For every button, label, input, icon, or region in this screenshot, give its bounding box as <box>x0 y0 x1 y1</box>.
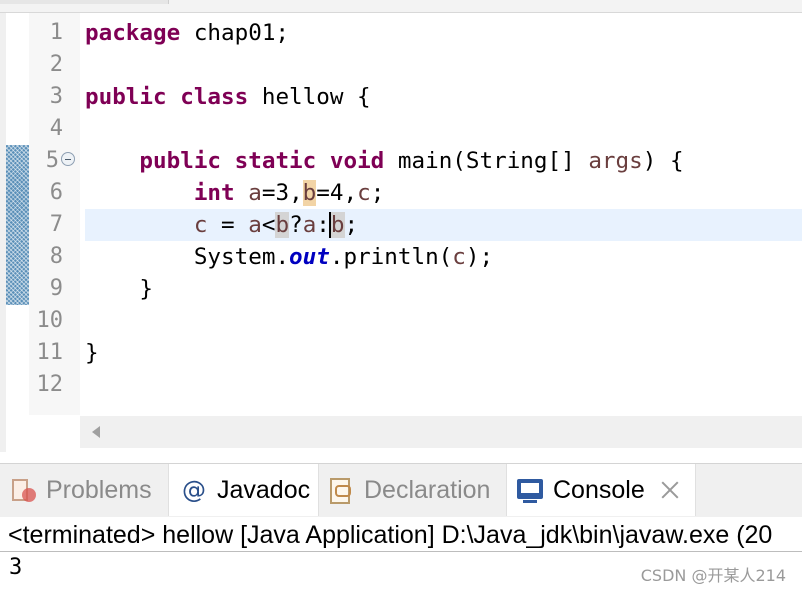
line-number: 3 <box>49 84 63 109</box>
line-number: 7 <box>49 212 63 237</box>
problems-icon <box>8 476 38 506</box>
variable-b-occurrence: b <box>275 212 290 238</box>
javadoc-icon: @ <box>182 476 206 504</box>
variable-c: c <box>452 244 466 270</box>
code-line-9[interactable]: } <box>85 273 153 305</box>
keyword: public static void <box>139 148 385 174</box>
code-text: = <box>207 212 249 238</box>
code-text: .println( <box>329 244 453 270</box>
console-output[interactable]: 3 <box>9 553 22 583</box>
tab-console[interactable]: Console <box>506 464 696 516</box>
variable-a: a <box>248 212 262 238</box>
code-line-6[interactable]: int a=3,b=4,c; <box>85 177 384 209</box>
divider <box>0 551 802 552</box>
line-number: 2 <box>49 52 63 77</box>
line-number: 10 <box>36 308 64 333</box>
code-text: : <box>316 212 330 238</box>
variable-b-write-occurrence: b <box>302 180 317 206</box>
code-line-3[interactable]: public class hellow { <box>85 81 371 113</box>
code-line-1[interactable]: package chap01; <box>85 17 289 49</box>
code-text: ; <box>370 180 385 206</box>
code-line-11[interactable]: } <box>85 337 99 369</box>
occurrence-highlight-bar <box>6 145 29 305</box>
parameter: args <box>588 148 643 174</box>
tab-label: Javadoc <box>217 475 311 504</box>
keyword: package <box>85 20 181 46</box>
bottom-panel-tabbar: Problems @ Javadoc Declaration Console <box>0 463 802 518</box>
console-icon <box>515 475 545 505</box>
tab-label: Console <box>553 475 645 504</box>
java-editor[interactable]: 1 2 3 4 5 6 7 8 9 10 11 12 package chap0… <box>0 0 802 452</box>
static-field: out <box>289 244 330 270</box>
tab-label: Problems <box>46 476 152 504</box>
keyword: int <box>193 180 235 206</box>
line-number: 9 <box>49 276 63 301</box>
code-line-5[interactable]: public static void main(String[] args) { <box>85 145 684 177</box>
line-number: 5 <box>45 148 59 173</box>
variable-c: c <box>357 180 371 206</box>
keyword: public class <box>85 84 249 110</box>
editor-tab-strip <box>0 0 802 13</box>
code-text: ) { <box>642 148 684 174</box>
tab-declaration[interactable]: Declaration <box>326 464 490 517</box>
code-text: System. <box>193 244 290 270</box>
horizontal-scrollbar[interactable] <box>80 416 802 448</box>
code-text: ; <box>344 212 359 238</box>
scroll-left-icon[interactable] <box>92 426 100 438</box>
code-text: hellow { <box>248 84 371 110</box>
code-text: main(String[] <box>384 148 589 174</box>
watermark: CSDN @开某人214 <box>640 566 786 585</box>
code-text: =3, <box>261 180 303 206</box>
code-text: ); <box>465 244 494 270</box>
code-line-8[interactable]: System.out.println(c); <box>85 241 493 273</box>
tab-problems[interactable]: Problems <box>8 464 152 517</box>
variable-b-occurrence-caret: b <box>328 212 345 238</box>
close-icon[interactable] <box>659 479 681 501</box>
line-number: 8 <box>49 244 63 269</box>
code-line-7[interactable]: c = a<b?a:b; <box>85 209 358 241</box>
console-status-line: <terminated> hellow [Java Application] D… <box>8 521 773 549</box>
editor-tab-fragment[interactable] <box>0 0 169 4</box>
line-number: 6 <box>49 180 63 205</box>
line-number: 1 <box>49 20 63 45</box>
tab-javadoc[interactable]: @ Javadoc <box>168 464 320 516</box>
code-text: ? <box>289 212 303 238</box>
variable-a: a <box>248 180 262 206</box>
code-text: =4, <box>316 180 358 206</box>
code-text: chap01; <box>180 20 290 46</box>
variable-c: c <box>193 212 208 238</box>
declaration-icon <box>326 476 356 506</box>
line-number: 12 <box>36 372 64 397</box>
fold-collapse-icon[interactable] <box>61 152 75 166</box>
variable-a: a <box>302 212 317 238</box>
line-number: 11 <box>36 340 64 365</box>
tab-label: Declaration <box>364 476 491 504</box>
line-number: 4 <box>49 116 63 141</box>
code-text: < <box>261 212 276 238</box>
